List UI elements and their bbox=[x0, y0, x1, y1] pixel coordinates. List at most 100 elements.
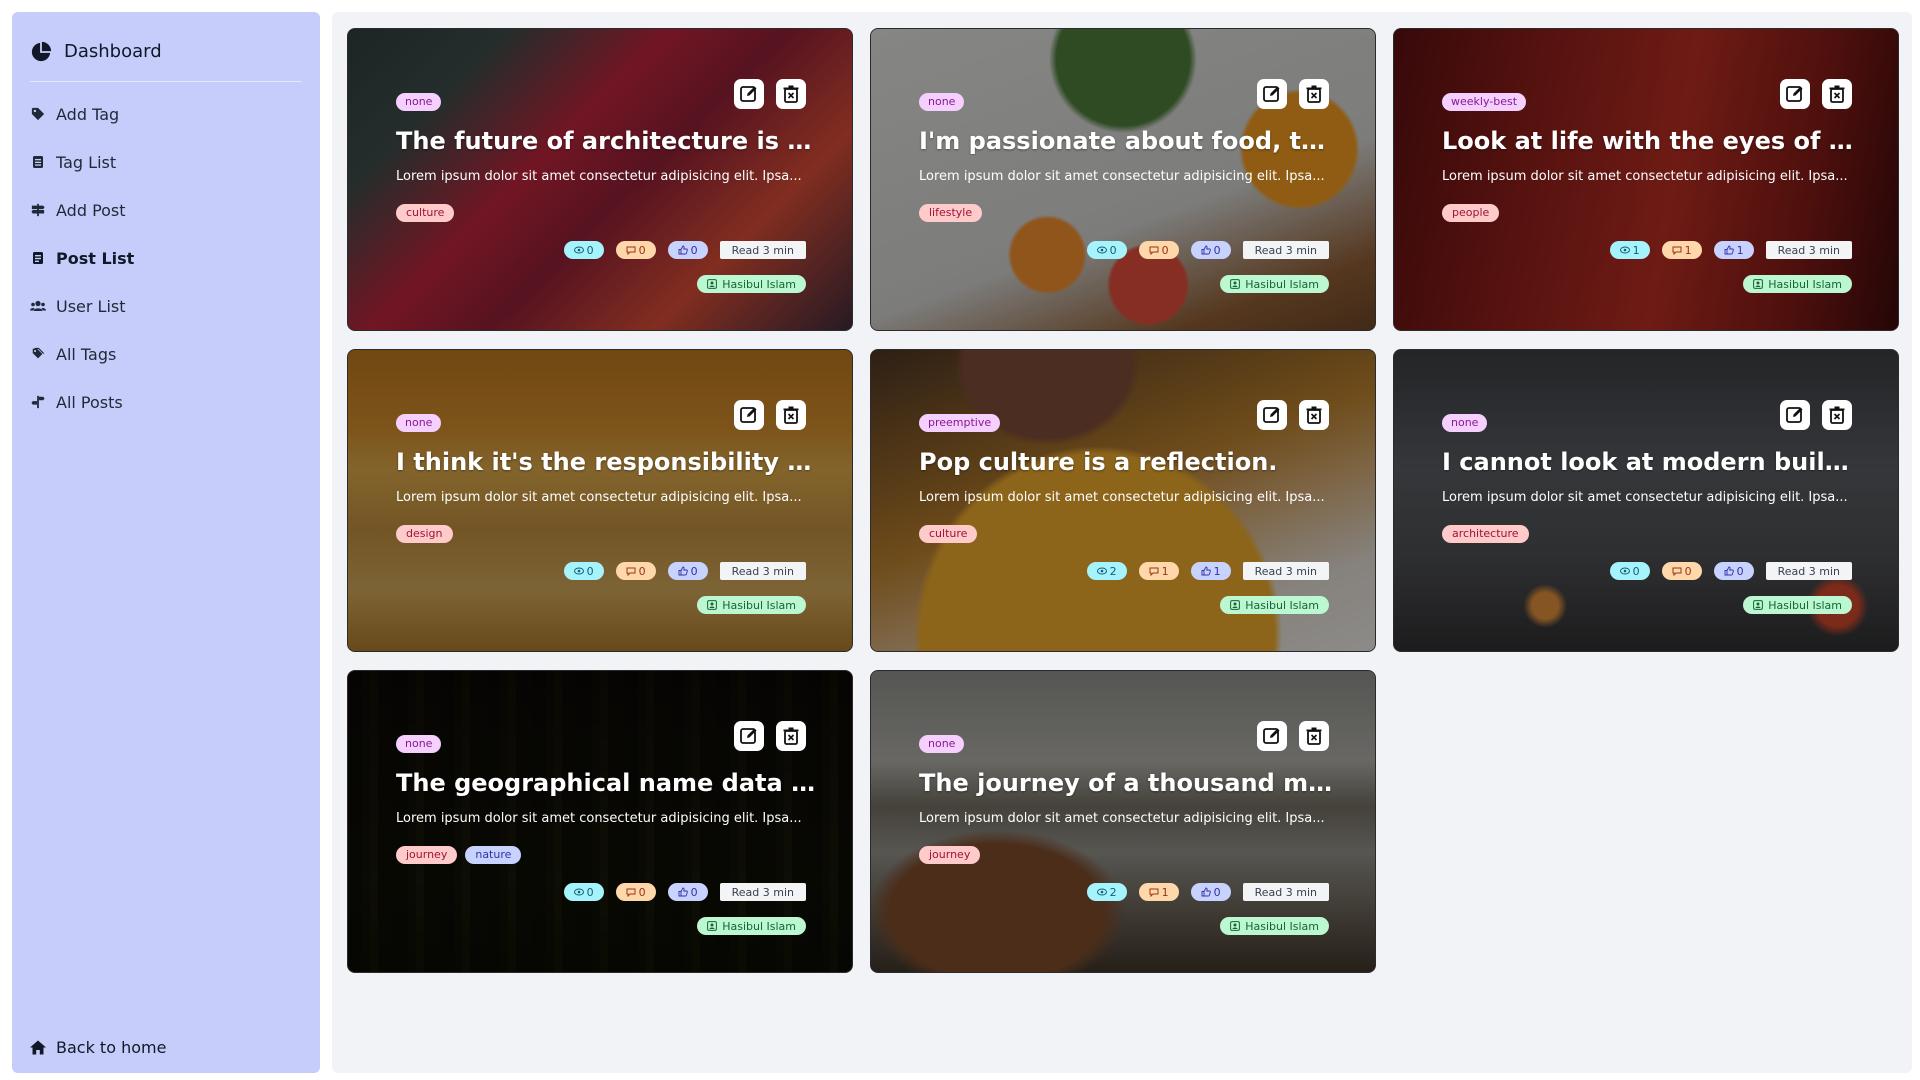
comments-count: 0 bbox=[638, 243, 646, 257]
edit-icon bbox=[1263, 407, 1280, 423]
delete-button[interactable] bbox=[1299, 79, 1329, 109]
delete-button[interactable] bbox=[776, 721, 806, 751]
eye-icon bbox=[1096, 246, 1107, 254]
post-badge: none bbox=[396, 735, 442, 753]
post-stats: 0 0 0 Read 3 min bbox=[563, 241, 806, 259]
delete-button[interactable] bbox=[776, 79, 806, 109]
comment-icon bbox=[626, 246, 636, 255]
author-badge[interactable]: Hasibul Islam bbox=[697, 275, 806, 293]
post-tag[interactable]: journey bbox=[396, 846, 458, 864]
comments-badge: 1 bbox=[1138, 562, 1179, 580]
post-title[interactable]: Pop culture is a reflection. bbox=[919, 448, 1339, 476]
eye-icon bbox=[1619, 567, 1630, 575]
edit-button[interactable] bbox=[734, 721, 764, 751]
post-tags: journey bbox=[919, 846, 981, 864]
views-count: 2 bbox=[1109, 885, 1117, 899]
sidebar-item-post-list[interactable]: Post List bbox=[30, 234, 302, 282]
author-badge[interactable]: Hasibul Islam bbox=[697, 596, 806, 614]
read-time-badge: Read 3 min bbox=[719, 883, 806, 901]
post-tag[interactable]: culture bbox=[396, 204, 455, 222]
author-name: Hasibul Islam bbox=[722, 277, 796, 291]
post-tag[interactable]: people bbox=[1442, 204, 1500, 222]
edit-button[interactable] bbox=[1257, 400, 1287, 430]
trash-icon bbox=[1306, 85, 1322, 103]
edit-button[interactable] bbox=[1780, 400, 1810, 430]
author-badge[interactable]: Hasibul Islam bbox=[1220, 275, 1329, 293]
post-tag[interactable]: culture bbox=[919, 525, 978, 543]
comments-count: 0 bbox=[1161, 243, 1169, 257]
sidebar-item-label: Tag List bbox=[56, 152, 117, 172]
edit-button[interactable] bbox=[734, 400, 764, 430]
views-badge: 0 bbox=[1086, 241, 1127, 259]
post-title[interactable]: I cannot look at modern buildings... bbox=[1442, 448, 1862, 476]
author-badge[interactable]: Hasibul Islam bbox=[1743, 596, 1852, 614]
edit-button[interactable] bbox=[734, 79, 764, 109]
comments-count: 0 bbox=[638, 885, 646, 899]
sidebar-brand[interactable]: Dashboard bbox=[30, 22, 302, 82]
post-title[interactable]: I'm passionate about food, the tr... bbox=[919, 127, 1339, 155]
sidebar-item-user-list[interactable]: User List bbox=[30, 282, 302, 330]
sidebar-item-all-tags[interactable]: All Tags bbox=[30, 330, 302, 378]
post-title[interactable]: Look at life with the eyes of a child bbox=[1442, 127, 1862, 155]
post-badge: none bbox=[1442, 414, 1488, 432]
user-square-icon bbox=[707, 600, 718, 610]
post-tag[interactable]: nature bbox=[465, 846, 522, 864]
post-excerpt: Lorem ipsum dolor sit amet consectetur a… bbox=[919, 169, 1325, 184]
edit-button[interactable] bbox=[1780, 79, 1810, 109]
likes-badge: 0 bbox=[667, 883, 708, 901]
post-card[interactable]: preemptive Pop culture is a reflection. … bbox=[870, 349, 1376, 652]
trash-icon bbox=[1306, 406, 1322, 424]
sidebar-item-tag-list[interactable]: Tag List bbox=[30, 138, 302, 186]
views-badge: 1 bbox=[1609, 241, 1650, 259]
trash-icon bbox=[1306, 727, 1322, 745]
author-badge[interactable]: Hasibul Islam bbox=[1220, 596, 1329, 614]
post-title[interactable]: The geographical name data for ... bbox=[396, 769, 816, 797]
delete-button[interactable] bbox=[1299, 721, 1329, 751]
author-badge[interactable]: Hasibul Islam bbox=[1220, 917, 1329, 935]
read-time-badge: Read 3 min bbox=[719, 562, 806, 580]
post-title[interactable]: The future of architecture is cultu... bbox=[396, 127, 816, 155]
post-tag[interactable]: architecture bbox=[1442, 525, 1529, 543]
read-time-badge: Read 3 min bbox=[1242, 883, 1329, 901]
post-card[interactable]: none I think it's the responsibility of … bbox=[347, 349, 853, 652]
edit-icon bbox=[1786, 86, 1803, 102]
back-to-home-link[interactable]: Back to home bbox=[30, 1038, 166, 1057]
author-badge[interactable]: Hasibul Islam bbox=[697, 917, 806, 935]
likes-badge: 1 bbox=[1713, 241, 1754, 259]
post-card[interactable]: weekly-best Look at life with the eyes o… bbox=[1393, 28, 1899, 331]
delete-button[interactable] bbox=[1299, 400, 1329, 430]
comments-count: 1 bbox=[1684, 243, 1692, 257]
user-square-icon bbox=[1230, 921, 1241, 931]
post-tag[interactable]: lifestyle bbox=[919, 204, 983, 222]
likes-badge: 0 bbox=[1713, 562, 1754, 580]
post-card[interactable]: none The geographical name data for ... … bbox=[347, 670, 853, 973]
sidebar-item-add-post[interactable]: Add Post bbox=[30, 186, 302, 234]
post-card[interactable]: none The journey of a thousand miles. Lo… bbox=[870, 670, 1376, 973]
edit-button[interactable] bbox=[1257, 79, 1287, 109]
delete-button[interactable] bbox=[1822, 400, 1852, 430]
post-card[interactable]: none I cannot look at modern buildings..… bbox=[1393, 349, 1899, 652]
likes-count: 1 bbox=[1213, 564, 1221, 578]
post-title[interactable]: I think it's the responsibility of a d..… bbox=[396, 448, 816, 476]
post-stats: 2 1 1 Read 3 min bbox=[1086, 562, 1329, 580]
views-count: 0 bbox=[1632, 564, 1640, 578]
signpost-split-icon bbox=[30, 394, 46, 410]
thumbs-up-icon bbox=[1201, 566, 1211, 576]
post-card[interactable]: none I'm passionate about food, the tr..… bbox=[870, 28, 1376, 331]
post-tag[interactable]: design bbox=[396, 525, 453, 543]
comment-icon bbox=[626, 567, 636, 576]
post-tag[interactable]: journey bbox=[919, 846, 981, 864]
author-badge[interactable]: Hasibul Islam bbox=[1743, 275, 1852, 293]
post-title[interactable]: The journey of a thousand miles. bbox=[919, 769, 1339, 797]
views-count: 0 bbox=[1109, 243, 1117, 257]
sidebar-item-add-tag[interactable]: Add Tag bbox=[30, 90, 302, 138]
comments-badge: 0 bbox=[615, 562, 656, 580]
delete-button[interactable] bbox=[1822, 79, 1852, 109]
delete-button[interactable] bbox=[776, 400, 806, 430]
users-icon bbox=[30, 298, 46, 314]
edit-button[interactable] bbox=[1257, 721, 1287, 751]
trash-icon bbox=[1829, 406, 1845, 424]
post-tags: design bbox=[396, 525, 453, 543]
sidebar-item-all-posts[interactable]: All Posts bbox=[30, 378, 302, 426]
post-card[interactable]: none The future of architecture is cultu… bbox=[347, 28, 853, 331]
